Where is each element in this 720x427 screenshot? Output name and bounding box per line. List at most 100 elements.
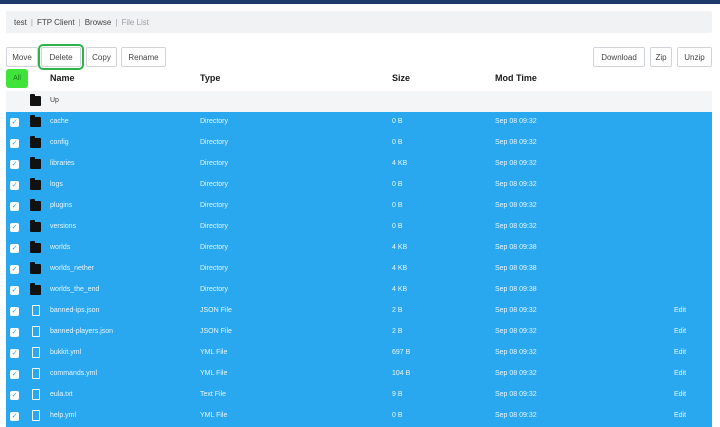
file-modtime: Sep 08 09:38	[495, 265, 537, 272]
file-type: Directory	[200, 244, 229, 251]
file-name[interactable]: banned-ips.json	[50, 307, 99, 314]
row-checkbox[interactable]: ✓	[10, 412, 19, 421]
unzip-button[interactable]: Unzip	[677, 47, 712, 67]
file-name[interactable]: eula.txt	[50, 391, 73, 398]
table-row[interactable]: ✓ commands.yml YML File 104 B Sep 08 09:32 Ed…	[6, 364, 712, 385]
up-row[interactable]: Up	[6, 91, 712, 112]
file-type: Directory	[200, 118, 229, 125]
file-name[interactable]: banned-players.json	[50, 328, 113, 335]
file-name[interactable]: commands.yml	[50, 370, 97, 377]
folder-icon	[30, 241, 41, 253]
edit-link[interactable]: Edit	[674, 370, 686, 377]
file-name[interactable]: cache	[50, 118, 69, 125]
table-row[interactable]: ✓ bukkit.yml YML File 697 B Sep 08 09:32 Edit	[6, 343, 712, 364]
top-bar	[0, 0, 720, 4]
folder-icon	[30, 178, 41, 190]
column-name[interactable]: Name	[50, 73, 75, 83]
file-name[interactable]: worlds_the_end	[50, 286, 99, 293]
table-row[interactable]: ✓ worlds_nether Directory 4 KB Sep 08 09:38	[6, 259, 712, 280]
rename-button[interactable]: Rename	[121, 47, 166, 67]
file-name[interactable]: logs	[50, 181, 63, 188]
file-name[interactable]: plugins	[50, 202, 72, 209]
row-checkbox[interactable]: ✓	[10, 139, 19, 148]
file-modtime: Sep 08 09:32	[495, 139, 537, 146]
row-checkbox[interactable]: ✓	[10, 391, 19, 400]
file-name[interactable]: versions	[50, 223, 76, 230]
row-checkbox[interactable]: ✓	[10, 349, 19, 358]
folder-icon	[30, 199, 41, 211]
file-icon	[32, 368, 40, 379]
column-modtime[interactable]: Mod Time	[495, 73, 537, 83]
edit-link[interactable]: Edit	[674, 412, 686, 419]
file-modtime: Sep 08 09:32	[495, 307, 537, 314]
table-row[interactable]: ✓ banned-ips.json JSON File 2 B Sep 08 09:32…	[6, 301, 712, 322]
file-type: Directory	[200, 160, 229, 167]
row-checkbox[interactable]: ✓	[10, 286, 19, 295]
file-name[interactable]: bukkit.yml	[50, 349, 81, 356]
row-checkbox[interactable]: ✓	[10, 223, 19, 232]
move-button[interactable]: Move	[6, 47, 38, 67]
file-type: JSON File	[200, 328, 232, 335]
file-type: YML File	[200, 370, 228, 377]
file-modtime: Sep 08 09:32	[495, 412, 537, 419]
file-size: 9 B	[392, 391, 403, 398]
column-size[interactable]: Size	[392, 73, 410, 83]
row-checkbox[interactable]: ✓	[10, 244, 19, 253]
folder-icon	[30, 94, 41, 106]
up-label: Up	[50, 97, 59, 104]
copy-button[interactable]: Copy	[86, 47, 117, 67]
table-row[interactable]: ✓ config Directory 0 B Sep 08 09:32	[6, 133, 712, 154]
table-row[interactable]: ✓ banned-players.json JSON File 2 B Sep 08 0…	[6, 322, 712, 343]
breadcrumb-file-list: File List	[121, 17, 150, 27]
zip-button[interactable]: Zip	[650, 47, 672, 67]
file-icon	[32, 410, 40, 421]
file-name[interactable]: libraries	[50, 160, 75, 167]
file-size: 2 B	[392, 328, 403, 335]
row-checkbox[interactable]: ✓	[10, 370, 19, 379]
folder-icon	[30, 283, 41, 295]
row-checkbox[interactable]: ✓	[10, 307, 19, 316]
breadcrumb-separator: |	[78, 17, 81, 27]
table-row[interactable]: ✓ worlds Directory 4 KB Sep 08 09:38	[6, 238, 712, 259]
breadcrumb-browse[interactable]: Browse	[85, 18, 112, 27]
edit-link[interactable]: Edit	[674, 349, 686, 356]
table-row[interactable]: ✓ worlds_the_end Directory 4 KB Sep 08 09:38	[6, 280, 712, 301]
table-row[interactable]: ✓ versions Directory 0 B Sep 08 09:32	[6, 217, 712, 238]
file-name[interactable]: worlds_nether	[50, 265, 94, 272]
row-checkbox[interactable]: ✓	[10, 118, 19, 127]
breadcrumb-test[interactable]: test	[14, 18, 27, 27]
edit-link[interactable]: Edit	[674, 391, 686, 398]
table-row[interactable]: ✓ libraries Directory 4 KB Sep 08 09:32	[6, 154, 712, 175]
file-modtime: Sep 08 09:32	[495, 118, 537, 125]
breadcrumb-ftp-client[interactable]: FTP Client	[37, 18, 75, 27]
file-modtime: Sep 08 09:32	[495, 328, 537, 335]
edit-link[interactable]: Edit	[674, 328, 686, 335]
file-size: 0 B	[392, 223, 403, 230]
table-row[interactable]: ✓ plugins Directory 0 B Sep 08 09:32	[6, 196, 712, 217]
file-name[interactable]: worlds	[50, 244, 70, 251]
file-modtime: Sep 08 09:32	[495, 391, 537, 398]
edit-link[interactable]: Edit	[674, 307, 686, 314]
column-type[interactable]: Type	[200, 73, 220, 83]
row-checkbox[interactable]: ✓	[10, 328, 19, 337]
download-button[interactable]: Download	[593, 47, 645, 67]
file-name[interactable]: help.yml	[50, 412, 76, 419]
row-checkbox[interactable]: ✓	[10, 160, 19, 169]
file-size: 0 B	[392, 202, 403, 209]
delete-button[interactable]: Delete	[38, 44, 84, 70]
row-checkbox[interactable]: ✓	[10, 181, 19, 190]
table-row[interactable]: ✓ help.yml YML File 0 B Sep 08 09:32 Edit	[6, 406, 712, 427]
file-size: 0 B	[392, 181, 403, 188]
table-row[interactable]: ✓ eula.txt Text File 9 B Sep 08 09:32 Edit	[6, 385, 712, 406]
row-checkbox[interactable]: ✓	[10, 202, 19, 211]
file-icon	[32, 305, 40, 316]
breadcrumb-separator: |	[30, 17, 33, 27]
file-size: 4 KB	[392, 286, 408, 293]
file-modtime: Sep 08 09:32	[495, 370, 537, 377]
table-row[interactable]: ✓ logs Directory 0 B Sep 08 09:32	[6, 175, 712, 196]
file-type: Directory	[200, 223, 229, 230]
select-all-button[interactable]: All	[6, 69, 28, 88]
table-row[interactable]: ✓ cache Directory 0 B Sep 08 09:32	[6, 112, 712, 133]
file-name[interactable]: config	[50, 139, 69, 146]
row-checkbox[interactable]: ✓	[10, 265, 19, 274]
